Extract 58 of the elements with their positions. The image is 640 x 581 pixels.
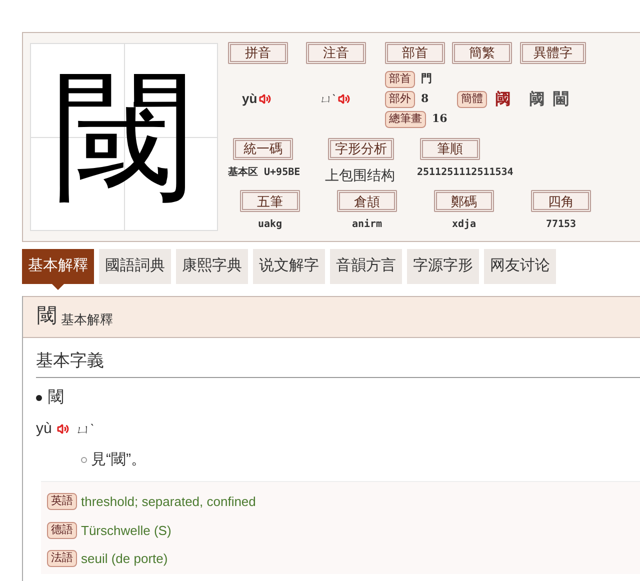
frame-button[interactable]: 部首 [385,42,445,64]
label-tag: 德語 [47,522,77,539]
frame-button[interactable]: 五筆 [240,190,300,212]
frame-button[interactable]: 鄭碼 [434,190,494,212]
tab[interactable]: 國語詞典 [99,249,171,284]
frame-button[interactable]: 統一碼 [233,138,293,160]
label-tag: 總筆畫 [385,110,426,128]
speaker-icon[interactable] [56,423,69,436]
variant-character: 阈 [529,88,545,110]
frame-button[interactable]: 拼音 [228,42,288,64]
tab[interactable]: 网友讨论 [484,249,556,284]
translation-text: seuil (de porte) [81,550,168,568]
radical-value: 門 [421,70,432,87]
section-title: 基本解釋 [61,313,113,326]
circle-marker-icon [81,456,87,463]
label-tag: 簡體 [457,90,487,108]
translation-text: Türschwelle (S) [81,522,172,540]
code-value: 基本区 U+95BE [228,166,300,180]
tab[interactable]: 说文解字 [253,249,325,284]
tab[interactable]: 基本解釋 [22,249,94,284]
translation-text: threshold; separated, confined [81,493,256,511]
zhuyin-value: ㄩˋ [76,420,95,439]
frame-button[interactable]: 簡繁 [452,42,512,64]
tab[interactable]: 字源字形 [407,249,479,284]
definition-heading: 基本字義 [36,351,104,370]
code-value: 77153 [546,218,576,232]
variant-character: 閫 [553,88,569,110]
radical-value: 16 [432,110,448,127]
frame-button[interactable]: 筆順 [420,138,480,160]
frame-button[interactable]: 異體字 [520,42,586,64]
speaker-icon[interactable] [338,93,350,105]
code-value: 2511251112511534 [417,166,514,180]
code-value: xdja [452,218,476,232]
speaker-icon[interactable] [259,93,272,105]
label-tag: 部外 [385,90,415,108]
frame-button[interactable]: 四角 [531,190,591,212]
code-value: anirm [352,218,382,232]
code-value: 上包围结构 [325,166,395,185]
bullet-icon [36,395,42,401]
frame-button[interactable]: 倉頡 [337,190,397,212]
code-value: uakg [258,218,282,232]
section-character: 閾 [37,306,57,326]
tab[interactable]: 音韻方言 [330,249,402,284]
label-tag: 部首 [385,70,415,88]
tab[interactable]: 康熙字典 [176,249,248,284]
pinyin-value: yù [242,90,258,108]
simplified-character: 阈 [495,88,511,110]
frame-button[interactable]: 字形分析 [328,138,394,160]
zhuyin-value: ㄩˋ [320,91,336,108]
large-character: 閾 [54,67,194,207]
frame-button[interactable]: 注音 [306,42,366,64]
label-tag: 英語 [47,493,77,510]
meaning-text: 見“閾”。 [91,450,146,470]
pinyin-value: yù [36,419,52,439]
tab-pointer [52,284,64,290]
headword: 閾 [48,388,64,408]
label-tag: 法語 [47,550,77,568]
radical-value: 8 [421,90,429,107]
